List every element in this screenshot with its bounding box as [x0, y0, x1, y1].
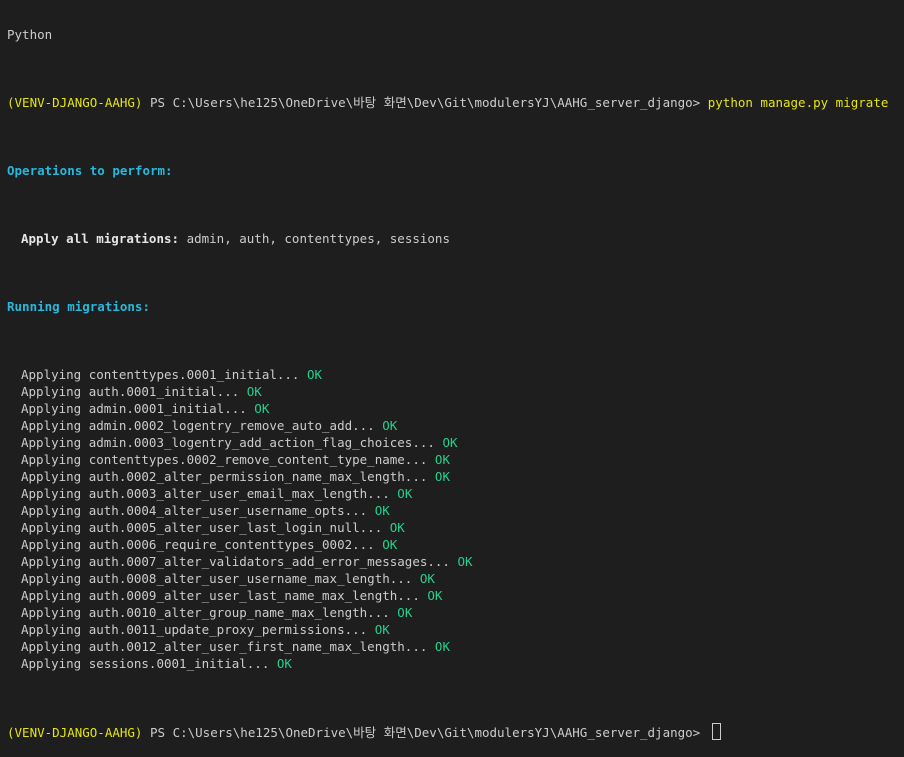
migration-text: Applying auth.0003_alter_user_email_max_… [21, 486, 398, 501]
migration-ok-status: OK [434, 469, 450, 484]
migration-row: Applying auth.0003_alter_user_email_max_… [0, 485, 904, 502]
migration-ok-status: OK [306, 367, 323, 382]
running-header: Running migrations: [7, 299, 150, 314]
migration-row: Applying auth.0007_alter_validators_add_… [0, 553, 904, 570]
migration-row: Applying auth.0006_require_contenttypes_… [0, 536, 904, 553]
migration-text: Applying auth.0004_alter_user_username_o… [21, 503, 375, 518]
migration-text: Applying auth.0006_require_contenttypes_… [21, 537, 383, 552]
final-venv-indicator: (VENV-DJANGO-AAHG) [7, 725, 143, 740]
migration-ok-status: OK [427, 588, 443, 603]
final-prompt-line: (VENV-DJANGO-AAHG) PS C:\Users\he125\One… [0, 723, 904, 740]
migration-ok-status: OK [246, 384, 262, 399]
text-cursor [711, 723, 721, 740]
command-text: python manage.py migrate [707, 95, 889, 110]
final-prompt-path: PS C:\Users\he125\OneDrive\바탕 화면\Dev\Git… [142, 725, 708, 740]
migration-row: Applying auth.0005_alter_user_last_login… [0, 519, 904, 536]
migration-ok-status: OK [457, 554, 473, 569]
migration-ok-status: OK [374, 503, 390, 518]
migration-ok-status: OK [397, 486, 413, 501]
migration-row: Applying admin.0002_logentry_remove_auto… [0, 417, 904, 434]
migration-text: Applying admin.0001_initial... [21, 401, 255, 416]
apply-all-apps: admin, auth, contenttypes, sessions [179, 231, 450, 246]
migration-row: Applying auth.0002_alter_permission_name… [0, 468, 904, 485]
migration-row: Applying auth.0009_alter_user_last_name_… [0, 587, 904, 604]
migration-text: Applying contenttypes.0002_remove_conten… [21, 452, 435, 467]
terminal-title-line: Python [7, 27, 53, 42]
migration-row: Applying auth.0011_update_proxy_permissi… [0, 621, 904, 638]
migration-text: Applying auth.0007_alter_validators_add_… [21, 554, 458, 569]
migration-text: Applying auth.0001_initial... [21, 384, 247, 399]
migration-ok-status: OK [442, 435, 458, 450]
migration-ok-status: OK [434, 452, 450, 467]
migration-text: Applying auth.0011_update_proxy_permissi… [21, 622, 375, 637]
terminal-output[interactable]: Python (VENV-DJANGO-AAHG) PS C:\Users\he… [0, 0, 904, 757]
migration-ok-status: OK [254, 401, 270, 416]
migration-ok-status: OK [434, 639, 450, 654]
prompt-path: PS C:\Users\he125\OneDrive\바탕 화면\Dev\Git… [142, 95, 708, 110]
migration-list: Applying contenttypes.0001_initial... OK… [0, 366, 904, 672]
command-prompt-line: (VENV-DJANGO-AAHG) PS C:\Users\he125\One… [0, 94, 904, 111]
apply-all-line: Apply all migrations: admin, auth, conte… [0, 230, 904, 247]
migration-ok-status: OK [374, 622, 390, 637]
migration-ok-status: OK [276, 656, 292, 671]
migration-text: Applying auth.0002_alter_permission_name… [21, 469, 435, 484]
venv-indicator: (VENV-DJANGO-AAHG) [7, 95, 143, 110]
migration-text: Applying admin.0002_logentry_remove_auto… [21, 418, 383, 433]
migration-text: Applying auth.0012_alter_user_first_name… [21, 639, 435, 654]
migration-row: Applying contenttypes.0002_remove_conten… [0, 451, 904, 468]
migration-text: Applying auth.0009_alter_user_last_name_… [21, 588, 428, 603]
migration-ok-status: OK [389, 520, 405, 535]
migration-text: Applying auth.0010_alter_group_name_max_… [21, 605, 398, 620]
migration-row: Applying auth.0010_alter_group_name_max_… [0, 604, 904, 621]
migration-ok-status: OK [397, 605, 413, 620]
migration-row: Applying auth.0004_alter_user_username_o… [0, 502, 904, 519]
migration-row: Applying sessions.0001_initial... OK [0, 655, 904, 672]
migration-text: Applying sessions.0001_initial... [21, 656, 277, 671]
migration-text: Applying auth.0008_alter_user_username_m… [21, 571, 420, 586]
migration-row: Applying auth.0012_alter_user_first_name… [0, 638, 904, 655]
migration-row: Applying auth.0001_initial... OK [0, 383, 904, 400]
migration-ok-status: OK [382, 537, 398, 552]
migration-text: Applying admin.0003_logentry_add_action_… [21, 435, 443, 450]
apply-all-label: Apply all migrations: [21, 231, 180, 246]
migration-row: Applying contenttypes.0001_initial... OK [0, 366, 904, 383]
migration-ok-status: OK [382, 418, 398, 433]
operations-header: Operations to perform: [7, 163, 173, 178]
migration-row: Applying admin.0001_initial... OK [0, 400, 904, 417]
migration-text: Applying contenttypes.0001_initial... [21, 367, 307, 382]
migration-text: Applying auth.0005_alter_user_last_login… [21, 520, 390, 535]
migration-row: Applying auth.0008_alter_user_username_m… [0, 570, 904, 587]
migration-row: Applying admin.0003_logentry_add_action_… [0, 434, 904, 451]
migration-ok-status: OK [419, 571, 435, 586]
